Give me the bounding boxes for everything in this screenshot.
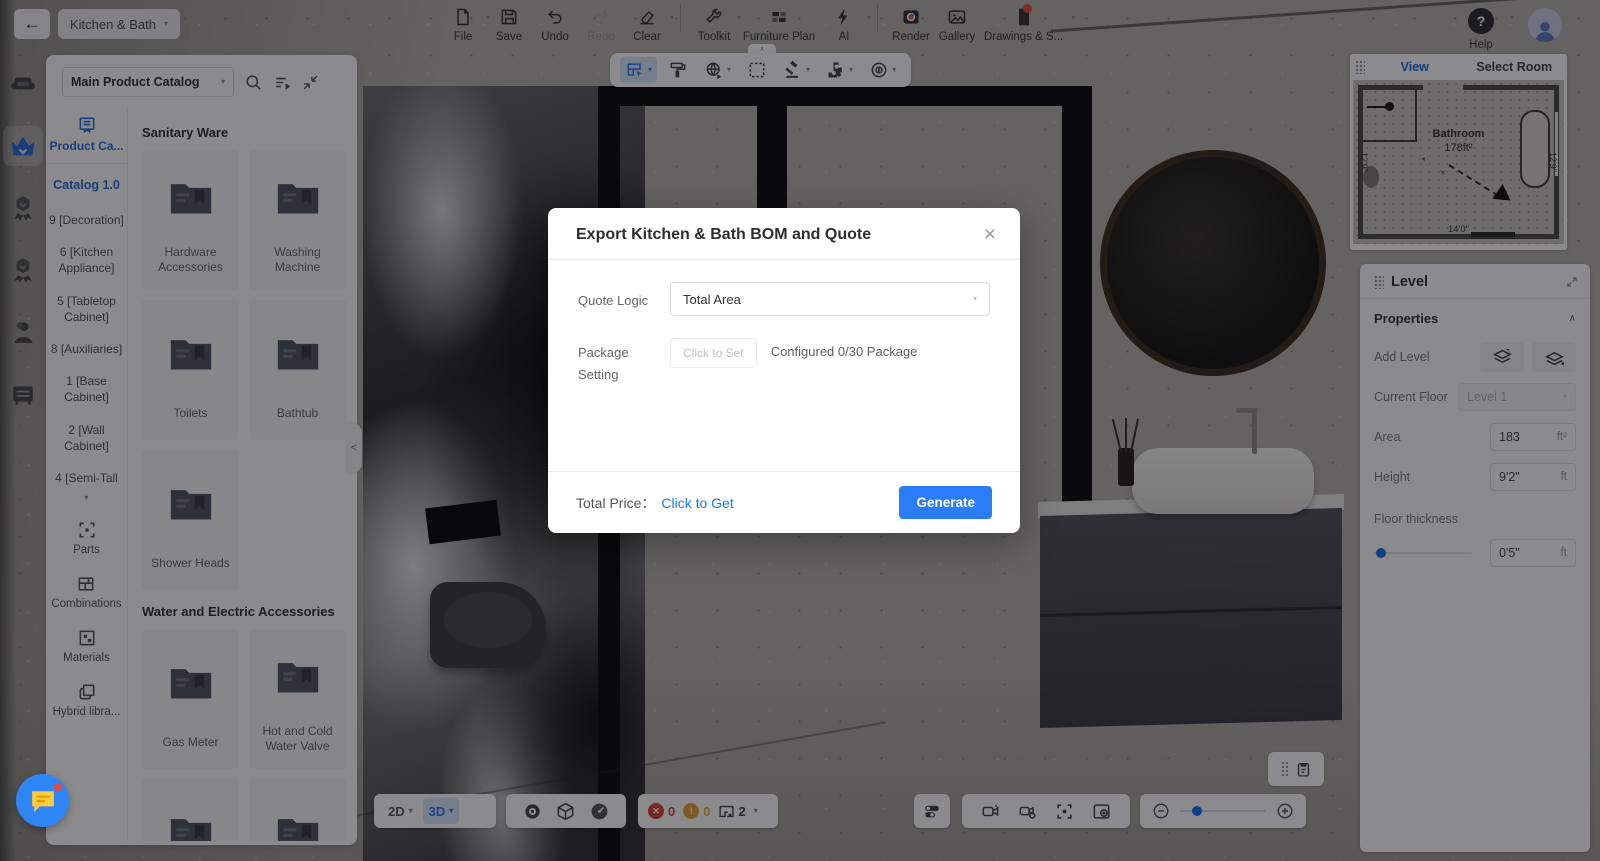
modal-title: Export Kitchen & Bath BOM and Quote: [576, 226, 982, 244]
click-to-set-button[interactable]: Click to Set: [670, 338, 757, 368]
close-icon[interactable]: ×: [982, 224, 998, 245]
notification-dot: [53, 782, 63, 792]
chat-icon: [30, 789, 56, 813]
app-window: ← Kitchen & Bath ▾ File ▾ Save: [0, 0, 1600, 861]
total-price-link[interactable]: Click to Get: [661, 495, 899, 511]
quote-logic-label: Quote Logic: [578, 282, 670, 316]
generate-button[interactable]: Generate: [899, 486, 992, 519]
total-price-label: Total Price：: [576, 493, 655, 513]
configured-count: Configured 0/30 Package: [771, 344, 918, 386]
quote-logic-select[interactable]: Total Area ▾: [670, 282, 990, 316]
export-bom-modal: Export Kitchen & Bath BOM and Quote × Qu…: [548, 208, 1020, 533]
package-setting-label: Package Setting: [578, 334, 670, 386]
chevron-down-icon: ▾: [973, 295, 977, 303]
chat-support-button[interactable]: [16, 774, 69, 827]
